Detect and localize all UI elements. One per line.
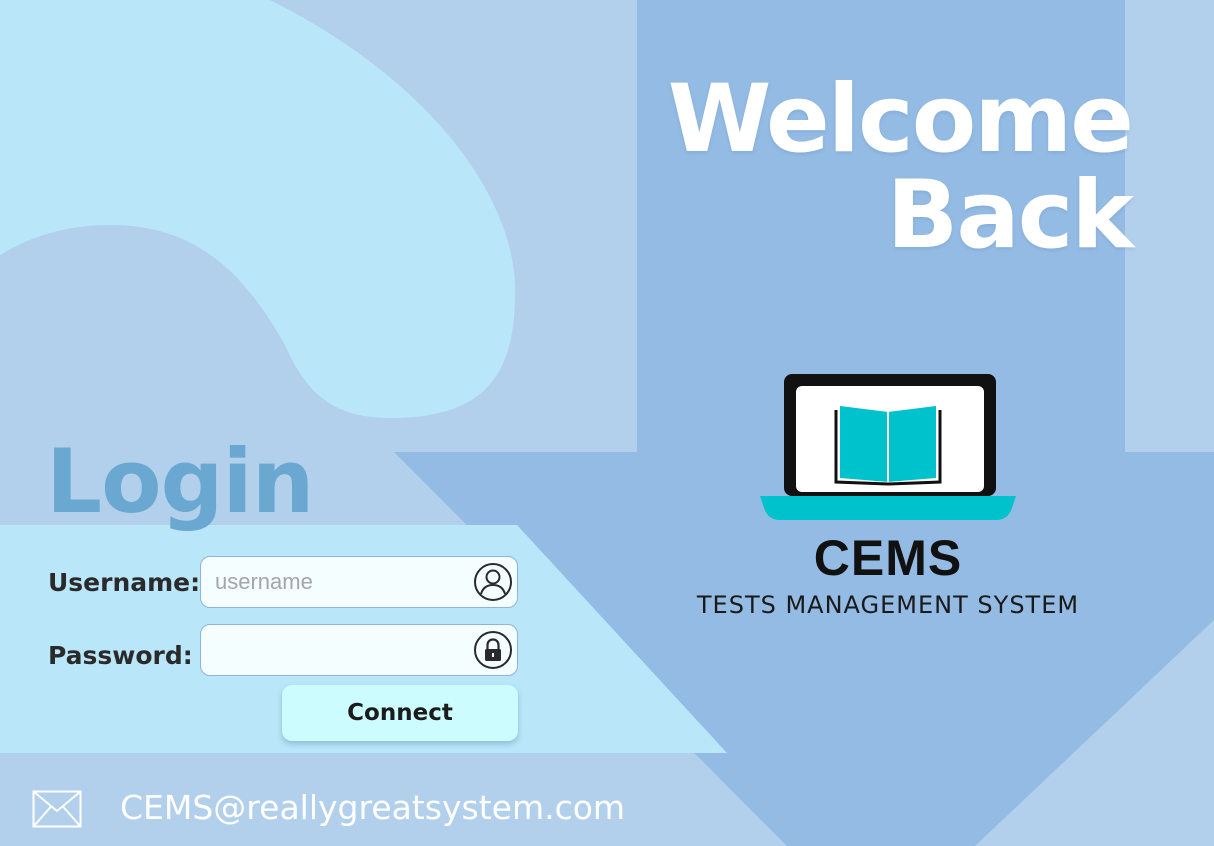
login-title: Login [46, 430, 314, 533]
password-label: Password: [48, 641, 193, 670]
brand-tagline: TESTS MANAGEMENT SYSTEM [696, 591, 1080, 619]
username-field[interactable] [200, 556, 518, 608]
username-input[interactable] [215, 557, 465, 607]
lock-icon [474, 631, 512, 669]
password-field[interactable] [200, 624, 518, 676]
welcome-line-1: Welcome [667, 65, 1134, 174]
user-icon [474, 563, 512, 601]
welcome-heading: Welcome Back [667, 65, 1134, 270]
laptop-book-icon [760, 374, 1016, 520]
username-label: Username: [48, 568, 201, 597]
brand-name: CEMS [813, 530, 963, 586]
connect-button[interactable]: Connect [282, 685, 518, 741]
envelope-icon [32, 790, 82, 828]
blob-shape [0, 0, 516, 418]
contact-email: CEMS@reallygreatsystem.com [120, 788, 626, 827]
password-input[interactable] [215, 625, 465, 675]
welcome-line-2: Back [886, 161, 1134, 270]
